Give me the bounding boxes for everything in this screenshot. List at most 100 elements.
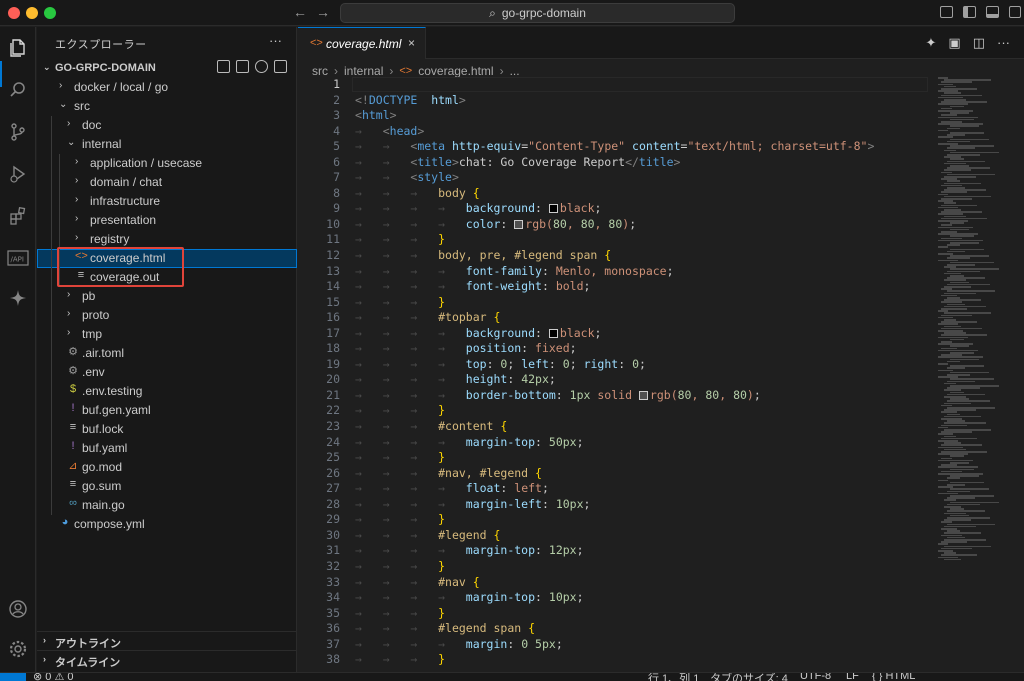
folder-item[interactable]: › presentation (37, 211, 297, 230)
outline-section[interactable]: › アウトライン (37, 631, 297, 650)
line-number: 36 (326, 621, 340, 636)
folder-item[interactable]: › application / usecase (37, 154, 297, 173)
code-token: → → (355, 170, 411, 185)
end-of-line[interactable]: LF (846, 673, 859, 681)
folder-item[interactable]: ⌄ src (37, 97, 297, 116)
line-number: 23 (326, 419, 340, 434)
open-preview-icon[interactable]: ▣ (948, 35, 960, 51)
file-item[interactable]: ! buf.yaml (37, 439, 297, 458)
command-center-search[interactable]: ⌕ go-grpc-domain (340, 3, 735, 23)
workspace-root-header[interactable]: ⌄ GO-GRPC-DOMAIN (37, 59, 297, 78)
sparkle-icon[interactable] (5, 285, 31, 311)
folder-item[interactable]: › tmp (37, 325, 297, 344)
minimize-window-button[interactable] (26, 7, 38, 19)
more-actions-icon[interactable]: ··· (997, 35, 1010, 51)
minimap[interactable] (934, 77, 1024, 672)
code-token: → → → → (355, 279, 466, 294)
new-file-icon[interactable] (217, 60, 230, 73)
account-icon[interactable] (5, 596, 31, 622)
sparkle-icon[interactable]: ✦ (926, 35, 937, 51)
customize-layout-icon[interactable] (940, 6, 953, 18)
maximize-window-button[interactable] (44, 7, 56, 19)
folder-item[interactable]: › infrastructure (37, 192, 297, 211)
toggle-panel-icon[interactable] (986, 6, 999, 18)
more-actions-icon[interactable]: ··· (269, 33, 282, 48)
problems-indicator[interactable]: ⊗ 0 ⚠ 0 (33, 673, 73, 681)
file-item[interactable]: ⚙ .air.toml (37, 344, 297, 363)
folder-item[interactable]: › proto (37, 306, 297, 325)
file-item[interactable]: ∞ main.go (37, 496, 297, 515)
tree-item-label: compose.yml (74, 517, 145, 531)
settings-gear-icon[interactable] (5, 636, 31, 662)
svg-text:/API: /API (11, 256, 24, 264)
file-item[interactable]: ⊿ go.mod (37, 458, 297, 477)
explorer-icon[interactable] (5, 35, 31, 61)
breadcrumb-internal[interactable]: internal (344, 64, 383, 78)
source-control-icon[interactable] (5, 119, 31, 145)
toggle-primary-sidebar-icon[interactable] (963, 6, 976, 18)
folder-item[interactable]: › doc (37, 116, 297, 135)
api-icon[interactable]: /API (5, 245, 31, 271)
breadcrumb-file[interactable]: coverage.html (418, 64, 493, 78)
tab-size[interactable]: タブのサイズ: 4 (710, 673, 788, 681)
code-token: ; (583, 496, 591, 511)
file-item[interactable]: ◕ compose.yml (37, 515, 297, 534)
language-mode[interactable]: { } HTML (872, 673, 915, 681)
folder-item[interactable]: › pb (37, 287, 297, 306)
folder-item[interactable]: › docker / local / go (37, 78, 297, 97)
file-item[interactable]: $ .env.testing (37, 382, 297, 401)
file-item[interactable]: ! buf.gen.yaml (37, 401, 297, 420)
new-folder-icon[interactable] (236, 60, 249, 73)
code-token: : (521, 341, 536, 356)
back-arrow-icon[interactable]: ← (293, 4, 307, 20)
code-token: → → → → (355, 434, 466, 449)
workspace-root-name: GO-GRPC-DOMAIN (55, 62, 156, 74)
outline-label: アウトライン (55, 638, 121, 650)
collapse-all-icon[interactable] (274, 60, 287, 73)
split-editor-icon[interactable]: ◫ (973, 35, 985, 51)
code-text: → → → } (355, 652, 445, 666)
tab-coverage-html[interactable]: <> coverage.html × (298, 27, 426, 59)
extensions-icon[interactable] (5, 203, 31, 229)
code-token: → → → → (355, 543, 466, 558)
code-line: 25 → → → } (298, 450, 928, 466)
code-token: meta (417, 139, 446, 154)
code-token: 10px (548, 590, 577, 605)
code-line: 5 → → <meta http-equiv="Content-Type" con… (298, 139, 928, 155)
indent-guide (51, 192, 52, 211)
code-token: < (355, 108, 362, 123)
close-window-button[interactable] (8, 7, 20, 19)
folder-item[interactable]: › domain / chat (37, 173, 297, 192)
code-token: → → → (355, 512, 439, 527)
timeline-section[interactable]: › タイムライン (37, 650, 297, 669)
code-token: : (618, 356, 633, 371)
encoding[interactable]: UTF-8 (800, 673, 831, 681)
code-token: → → → (355, 465, 439, 480)
code-text: → → → #topbar { (355, 310, 500, 324)
tree-item-label: doc (82, 118, 102, 132)
file-item[interactable]: ⚙ .env (37, 363, 297, 382)
line-number: 22 (326, 403, 340, 418)
close-tab-icon[interactable]: × (408, 36, 415, 50)
file-item[interactable]: ≡ go.sum (37, 477, 297, 496)
breadcrumb-src[interactable]: src (312, 64, 328, 78)
code-token: 10px (555, 496, 584, 511)
code-editor[interactable]: 1 2 <!DOCTYPE html> 3 <html> 4 → <head> 5 → → <m… (298, 77, 928, 668)
code-token: → → → → (355, 263, 466, 278)
line-number: 5 (333, 139, 340, 154)
toggle-secondary-sidebar-icon[interactable] (1009, 6, 1021, 18)
tab-bar: <> coverage.html × ✦ ▣ ◫ ··· (298, 27, 1024, 59)
chevron-right-icon: › (389, 64, 394, 78)
breadcrumb-symbol[interactable]: ... (510, 64, 520, 78)
search-icon[interactable] (5, 77, 31, 103)
tree-item-label: presentation (90, 213, 157, 227)
refresh-icon[interactable] (255, 60, 268, 73)
code-token: → (355, 123, 383, 138)
remote-indicator[interactable] (0, 673, 26, 681)
file-item[interactable]: ≡ buf.lock (37, 420, 297, 439)
line-number: 14 (326, 279, 340, 294)
forward-arrow-icon[interactable]: → (316, 4, 330, 20)
cursor-position[interactable]: 行 1、列 1 (648, 673, 699, 681)
run-debug-icon[interactable] (5, 161, 31, 187)
folder-item[interactable]: ⌄ internal (37, 135, 297, 154)
